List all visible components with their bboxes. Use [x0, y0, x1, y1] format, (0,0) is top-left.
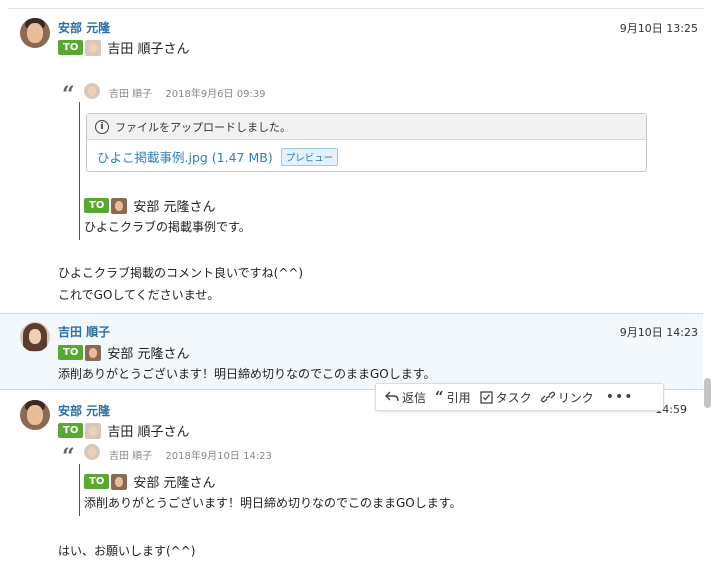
quote-to-line: TO 安部 元隆さん [84, 196, 215, 215]
to-line: TO 安部 元隆さん [58, 343, 189, 362]
sender-name[interactable]: 安部 元隆 [58, 402, 110, 419]
to-badge: TO [58, 423, 84, 438]
quote-icon: “ [435, 388, 444, 406]
to-line: TO 吉田 順子さん [58, 421, 189, 440]
mini-avatar [85, 422, 102, 439]
link-label: リンク [557, 390, 594, 405]
mini-avatar [85, 39, 102, 56]
to-name: 安部 元隆さん [133, 476, 216, 491]
to-badge: TO [84, 198, 110, 213]
reply-label: 返信 [402, 390, 427, 405]
timestamp: 9月10日 13:25 [619, 22, 698, 35]
avatar[interactable] [20, 18, 50, 48]
quote-avatar [84, 444, 100, 460]
info-icon: i [95, 119, 109, 134]
file-notice: ファイルをアップロードしました。 [115, 120, 291, 134]
quote-icon: “ [62, 82, 75, 108]
quote-to-line: TO 安部 元隆さん [84, 472, 215, 491]
message-line: はい、お願いします(^^) [58, 544, 196, 558]
more-icon[interactable]: ••• [606, 389, 634, 405]
quote-avatar [84, 83, 100, 99]
to-badge: TO [84, 474, 110, 489]
top-divider [8, 8, 704, 9]
to-line: TO 吉田 順子さん [58, 38, 189, 57]
quote-bar [79, 464, 80, 516]
task-label: タスク [495, 390, 532, 405]
quote-meta: 吉田 順子 2018年9月6日 09:39 [109, 85, 276, 100]
quote-date: 2018年9月10日 14:23 [165, 451, 272, 462]
quote-author: 吉田 順子 [109, 89, 153, 100]
to-name: 吉田 順子さん [107, 42, 190, 57]
task-checkbox-icon [480, 390, 493, 404]
quote-author: 吉田 順子 [109, 451, 153, 462]
link-button[interactable]: リンク [540, 389, 594, 406]
message-action-bar: 返信 “ 引用 タスク リンク ••• [375, 383, 664, 411]
to-name: 安部 元隆さん [133, 200, 216, 215]
reply-button[interactable]: 返信 [385, 389, 426, 406]
quote-meta: 吉田 順子 2018年9月10日 14:23 [109, 447, 282, 462]
file-attachment: i ファイルをアップロードしました。 ひよこ掲載事例.jpg (1.47 MB)… [86, 113, 647, 172]
task-button[interactable]: タスク [480, 389, 532, 406]
message-line: ひよこクラブ掲載のコメント良いですね(^^) [58, 266, 304, 280]
message-line: 添削ありがとうございます！明日締め切りなのでこのままGOします。 [58, 367, 436, 381]
timestamp: 9月10日 14:23 [619, 326, 698, 339]
message-item: 安部 元隆 14:59 TO 吉田 順子さん “ 吉田 順子 2018年9月10… [0, 392, 703, 566]
to-badge: TO [58, 345, 84, 360]
sender-name[interactable]: 吉田 順子 [58, 323, 110, 340]
to-name: 吉田 順子さん [107, 425, 190, 440]
avatar[interactable] [20, 400, 50, 430]
quote-icon: “ [62, 444, 75, 470]
file-link[interactable]: ひよこ掲載事例.jpg (1.47 MB) [97, 147, 273, 166]
link-icon [540, 391, 555, 403]
quote-bar [79, 102, 80, 240]
quote-button[interactable]: “ 引用 [435, 388, 471, 406]
message-item-hovered: 吉田 順子 9月10日 14:23 TO 安部 元隆さん 添削ありがとうございま… [0, 313, 703, 390]
mini-avatar [111, 473, 128, 490]
sender-name[interactable]: 安部 元隆 [58, 19, 110, 36]
mini-avatar [111, 197, 128, 214]
quote-text: ひよこクラブの掲載事例です。 [84, 220, 251, 234]
preview-button[interactable]: プレビュー [280, 147, 339, 166]
avatar[interactable] [20, 322, 50, 352]
quote-text: 添削ありがとうございます！明日締め切りなのでこのままGOします。 [84, 496, 462, 510]
quote-date: 2018年9月6日 09:39 [165, 89, 266, 100]
reply-icon [385, 391, 399, 402]
scrollbar[interactable] [704, 378, 711, 408]
quote-label: 引用 [446, 390, 471, 405]
to-name: 安部 元隆さん [107, 347, 190, 362]
mini-avatar [85, 344, 102, 361]
to-badge: TO [58, 40, 84, 55]
message-line: これでGOしてくださいませ。 [58, 288, 220, 302]
message-item: 安部 元隆 9月10日 13:25 TO 吉田 順子さん “ 吉田 順子 201… [0, 10, 703, 310]
